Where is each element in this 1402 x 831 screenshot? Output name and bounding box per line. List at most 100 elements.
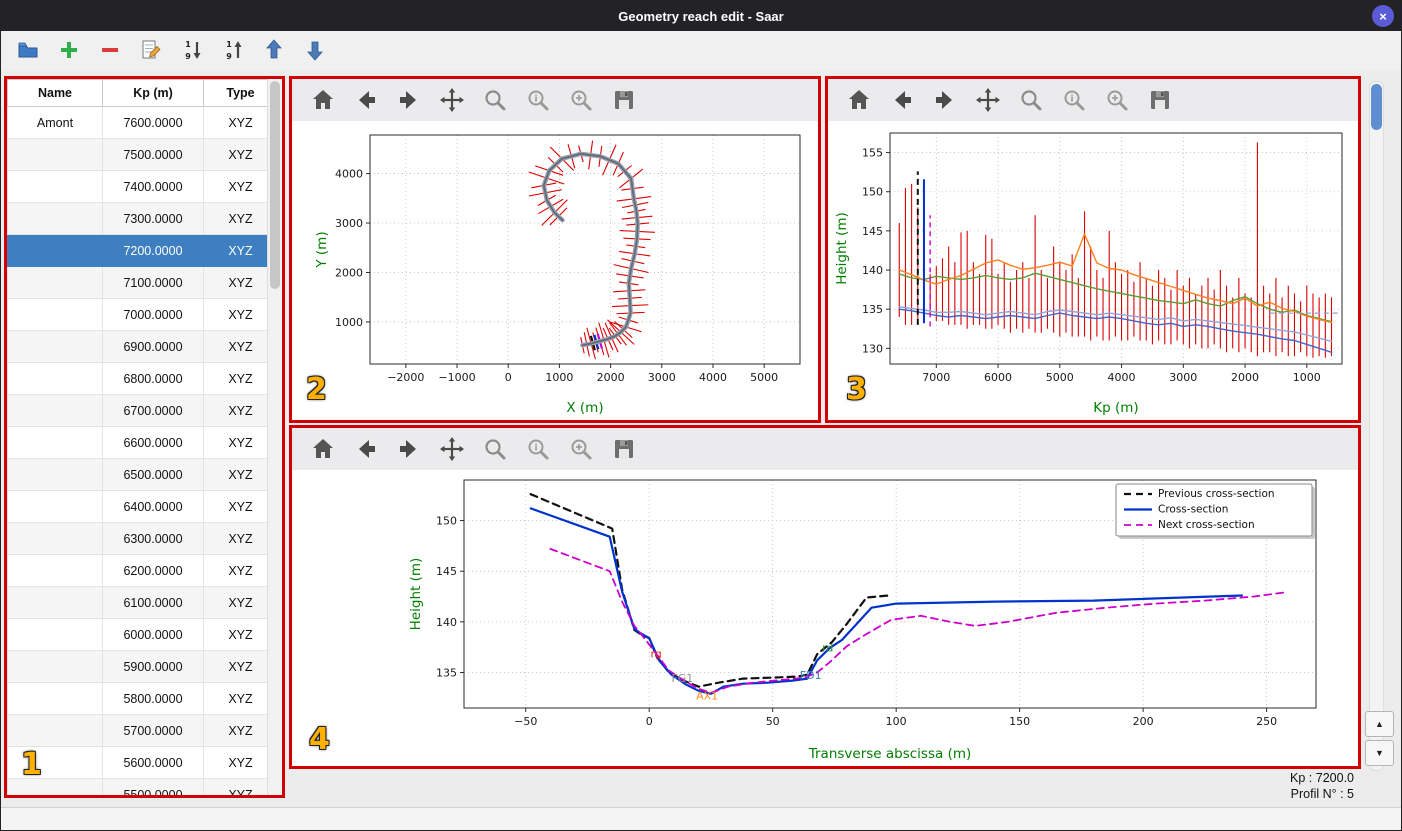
table-cell[interactable] (7, 298, 103, 331)
profile-down-button[interactable]: ▼ (1365, 740, 1394, 766)
table-cell[interactable]: 5900.0000 (102, 650, 204, 683)
table-cell[interactable]: 7200.0000 (102, 234, 204, 267)
table-cell[interactable] (7, 202, 103, 235)
table-cell[interactable] (7, 362, 103, 395)
table-cell[interactable] (7, 138, 103, 171)
forward-button[interactable] (396, 87, 422, 113)
profile-up-button[interactable]: ▲ (1365, 711, 1394, 737)
zoom-button[interactable] (1018, 87, 1044, 113)
save-button[interactable] (1147, 87, 1173, 113)
longitudinal-profile-canvas[interactable]: 7000 6000 5000 4000 3000 2000 1000 130 135 140 145… (828, 121, 1358, 420)
forward-button[interactable] (932, 87, 958, 113)
window-scrollbar-thumb[interactable] (1371, 84, 1382, 130)
table-cell[interactable]: 6700.0000 (102, 394, 204, 427)
zoom-plus-button[interactable] (568, 436, 594, 462)
table-row[interactable]: 7200.0000 XYZ (7, 234, 278, 267)
table-cell[interactable]: 5800.0000 (102, 682, 204, 715)
table-cell[interactable] (7, 650, 103, 683)
table-row[interactable]: 6500.0000 XYZ (7, 458, 278, 491)
add-profile-button[interactable] (56, 37, 82, 63)
back-button[interactable] (889, 87, 915, 113)
table-cell[interactable] (7, 458, 103, 491)
move-down-button[interactable] (302, 37, 328, 63)
table-cell[interactable]: 7100.0000 (102, 266, 204, 299)
table-cell[interactable] (7, 618, 103, 651)
save-button[interactable] (611, 87, 637, 113)
cross-section-canvas[interactable]: −50 0 50 100 150 200 250 135 140 145 150 Transverse… (292, 470, 1358, 766)
open-file-button[interactable] (15, 37, 41, 63)
table-cell[interactable] (7, 554, 103, 587)
table-row[interactable]: 6400.0000 XYZ (7, 490, 278, 523)
plan-view-canvas[interactable]: −2000 −1000 0 1000 2000 3000 4000 5000 1000 2000 3… (292, 121, 818, 420)
table-row[interactable]: 6600.0000 XYZ (7, 426, 278, 459)
home-button[interactable] (310, 436, 336, 462)
pan-button[interactable] (975, 87, 1001, 113)
table-cell[interactable] (7, 170, 103, 203)
forward-button[interactable] (396, 436, 422, 462)
table-cell[interactable] (7, 490, 103, 523)
close-button[interactable]: × (1372, 5, 1394, 27)
edit-profile-button[interactable] (138, 37, 164, 63)
table-cell[interactable]: 6900.0000 (102, 330, 204, 363)
table-cell[interactable] (7, 682, 103, 715)
table-cell[interactable]: 6000.0000 (102, 618, 204, 651)
sort-descending-button[interactable]: 19 (179, 37, 205, 63)
table-scrollbar-thumb[interactable] (270, 81, 280, 289)
zoom-i-button[interactable]: i (525, 87, 551, 113)
table-cell[interactable]: 6200.0000 (102, 554, 204, 587)
pan-button[interactable] (439, 436, 465, 462)
zoom-plus-button[interactable] (568, 87, 594, 113)
table-row[interactable]: 5800.0000 XYZ (7, 682, 278, 715)
table-row[interactable]: 6700.0000 XYZ (7, 394, 278, 427)
table-cell[interactable]: 7000.0000 (102, 298, 204, 331)
move-up-button[interactable] (261, 37, 287, 63)
zoom-i-button[interactable]: i (525, 436, 551, 462)
table-row[interactable]: 6800.0000 XYZ (7, 362, 278, 395)
table-row[interactable]: 6300.0000 XYZ (7, 522, 278, 555)
zoom-button[interactable] (482, 87, 508, 113)
table-row[interactable]: 5900.0000 XYZ (7, 650, 278, 683)
table-row[interactable]: 5500.0000 XYZ (7, 778, 278, 795)
table-row[interactable]: 7300.0000 XYZ (7, 202, 278, 235)
home-button[interactable] (310, 87, 336, 113)
table-cell[interactable] (7, 586, 103, 619)
table-cell[interactable]: 7500.0000 (102, 138, 204, 171)
table-cell[interactable] (7, 714, 103, 747)
table-row[interactable]: 5600.0000 XYZ (7, 746, 278, 779)
table-row[interactable]: 6000.0000 XYZ (7, 618, 278, 651)
table-cell[interactable] (7, 394, 103, 427)
table-row[interactable]: 6900.0000 XYZ (7, 330, 278, 363)
save-button[interactable] (611, 436, 637, 462)
table-cell[interactable]: 6500.0000 (102, 458, 204, 491)
table-cell[interactable]: 6100.0000 (102, 586, 204, 619)
table-row[interactable]: 6100.0000 XYZ (7, 586, 278, 619)
table-cell[interactable] (7, 522, 103, 555)
table-cell[interactable] (7, 266, 103, 299)
table-row[interactable]: 6200.0000 XYZ (7, 554, 278, 587)
table-cell[interactable]: 6600.0000 (102, 426, 204, 459)
table-cell[interactable]: 5700.0000 (102, 714, 204, 747)
zoom-plus-button[interactable] (1104, 87, 1130, 113)
table-cell[interactable]: Amont (7, 106, 103, 139)
sort-ascending-button[interactable]: 19 (220, 37, 246, 63)
table-row[interactable]: 5700.0000 XYZ (7, 714, 278, 747)
table-row[interactable]: Amont 7600.0000 XYZ (7, 106, 278, 139)
table-scrollbar[interactable] (267, 79, 282, 795)
table-cell[interactable] (7, 426, 103, 459)
home-button[interactable] (846, 87, 872, 113)
table-row[interactable]: 7500.0000 XYZ (7, 138, 278, 171)
remove-profile-button[interactable] (97, 37, 123, 63)
table-cell[interactable]: 5600.0000 (102, 746, 204, 779)
zoom-button[interactable] (482, 436, 508, 462)
table-cell[interactable]: 6800.0000 (102, 362, 204, 395)
table-cell[interactable]: 6400.0000 (102, 490, 204, 523)
table-cell[interactable] (7, 234, 103, 267)
table-cell[interactable]: 6300.0000 (102, 522, 204, 555)
table-cell[interactable]: 7400.0000 (102, 170, 204, 203)
table-row[interactable]: 7100.0000 XYZ (7, 266, 278, 299)
table-cell[interactable]: 7300.0000 (102, 202, 204, 235)
back-button[interactable] (353, 436, 379, 462)
table-row[interactable]: 7000.0000 XYZ (7, 298, 278, 331)
table-cell[interactable]: 7600.0000 (102, 106, 204, 139)
table-cell[interactable]: 5500.0000 (102, 778, 204, 795)
